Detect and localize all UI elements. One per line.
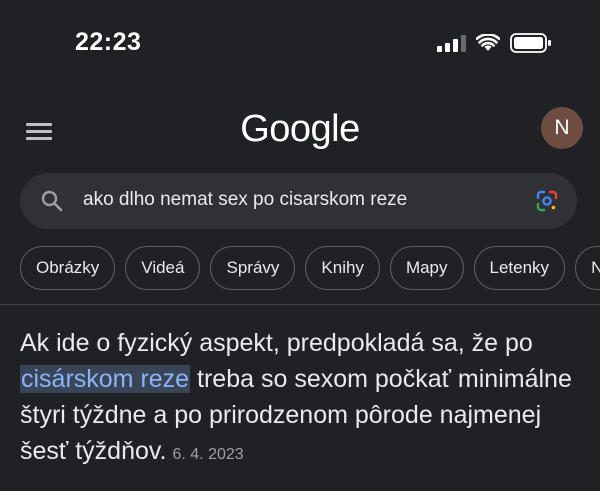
- status-bar: 22:23: [0, 0, 600, 80]
- snippet-date: 6. 4. 2023: [172, 446, 244, 463]
- featured-snippet: Ak ide o fyzický aspekt, predpokladá sa,…: [20, 325, 590, 473]
- chip-mapy[interactable]: Mapy: [389, 246, 464, 290]
- wifi-icon: [476, 34, 500, 51]
- chip-knihy[interactable]: Knihy: [305, 246, 380, 290]
- chip-videa[interactable]: Videá: [125, 246, 201, 290]
- app-header: Google N: [0, 100, 600, 160]
- avatar[interactable]: N: [541, 107, 583, 149]
- search-bar[interactable]: ako dlho nemat sex po cisarskom reze: [20, 173, 577, 229]
- search-icon: [41, 190, 63, 212]
- chip-obrazky[interactable]: Obrázky: [20, 246, 116, 290]
- chip-nakupy[interactable]: Nákupy: [575, 246, 600, 290]
- snippet-highlight: cisárskom reze: [20, 365, 191, 393]
- snippet-text-before: Ak ide o fyzický aspekt, predpokladá sa,…: [20, 329, 533, 357]
- cellular-signal-icon: [437, 34, 466, 52]
- search-filter-chips: Obrázky Videá Správy Knihy Mapy Letenky …: [20, 246, 600, 292]
- google-lens-icon[interactable]: [535, 189, 559, 213]
- divider: [0, 304, 600, 305]
- battery-icon: [510, 33, 551, 53]
- status-icons: [437, 33, 552, 53]
- chip-letenky[interactable]: Letenky: [473, 246, 566, 290]
- search-input[interactable]: ako dlho nemat sex po cisarskom reze: [83, 189, 407, 211]
- status-time: 22:23: [75, 28, 142, 56]
- chip-spravy[interactable]: Správy: [210, 246, 296, 290]
- google-logo[interactable]: Google: [0, 108, 600, 151]
